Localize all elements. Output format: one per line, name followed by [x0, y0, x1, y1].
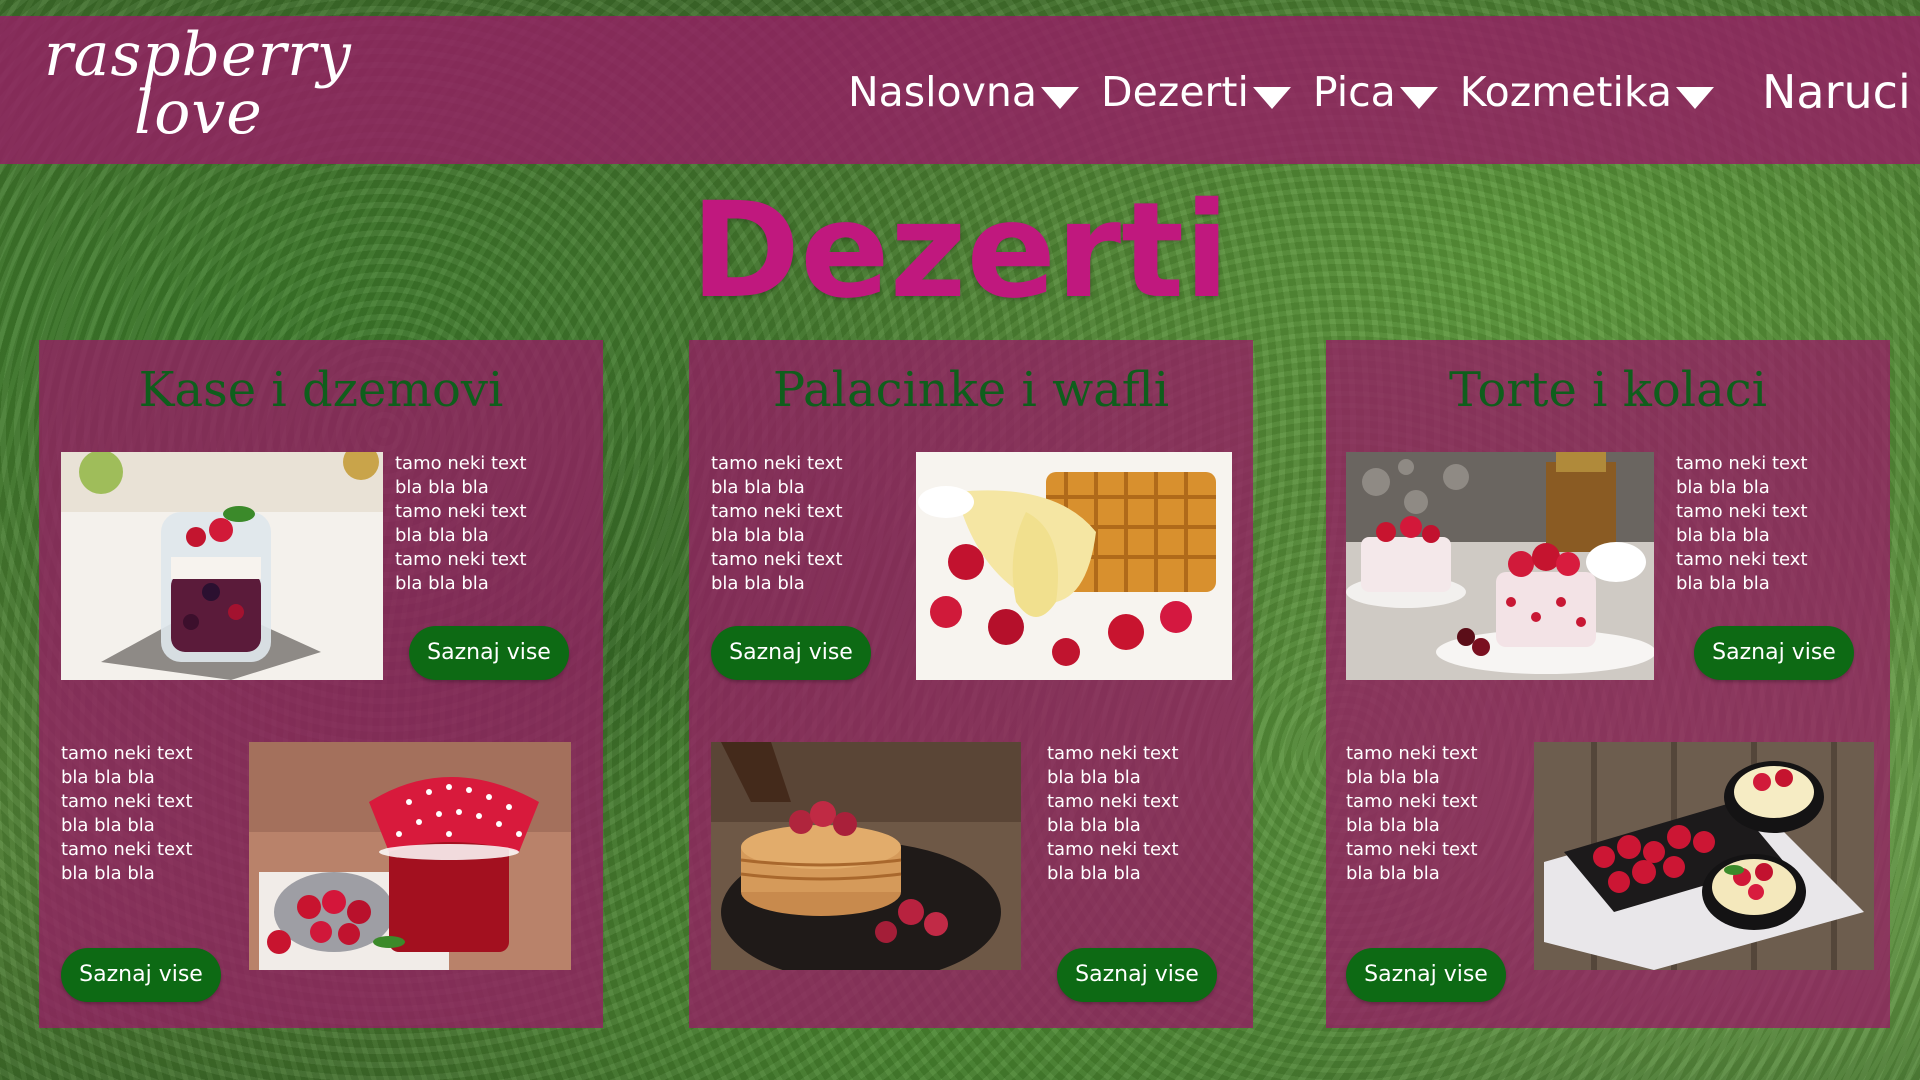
nav-item-kozmetika[interactable]: Kozmetika [1459, 68, 1715, 116]
logo-line-2: love [134, 78, 263, 148]
chevron-down-icon [1252, 87, 1291, 109]
item-description: tamo neki text bla bla bla tamo neki tex… [1346, 743, 1478, 884]
category-title: Palacinke i wafli [772, 362, 1170, 418]
item-description: tamo neki text bla bla bla tamo neki tex… [61, 743, 193, 884]
item-description: tamo neki text bla bla bla tamo neki tex… [711, 453, 843, 594]
category-panel-torte: Torte i kolaci tamo neki text bla bla bl… [1326, 340, 1890, 1028]
nav-item-label: Naruci [1762, 65, 1911, 119]
saznaj-vise-button[interactable]: Saznaj vise [1346, 948, 1506, 1002]
saznaj-vise-button[interactable]: Saznaj vise [711, 626, 871, 680]
raspberry-pudding-bowls-photo [1534, 742, 1874, 970]
category-title: Torte i kolaci [1449, 362, 1767, 418]
nav-item-pica[interactable]: Pica [1313, 68, 1438, 116]
chevron-down-icon [1676, 87, 1715, 109]
site-logo[interactable]: raspberry love [44, 20, 364, 148]
site-header: raspberry love Naslovna Dezerti Pica Koz… [0, 16, 1920, 164]
nav-item-label: Pica [1312, 68, 1396, 116]
nav-item-label: Naslovna [848, 68, 1038, 116]
category-panel-palacinke: Palacinke i wafli tamo neki text bla bla… [689, 340, 1253, 1028]
logo-line-1: raspberry [44, 20, 352, 90]
category-title: Kase i dzemovi [138, 362, 504, 418]
item-description: tamo neki text bla bla bla tamo neki tex… [1676, 453, 1808, 594]
chevron-down-icon [1041, 87, 1080, 109]
page-title: Dezerti [690, 174, 1230, 328]
main-nav: Naslovna Dezerti Pica Kozmetika Naruci [848, 62, 1911, 122]
saznaj-vise-button[interactable]: Saznaj vise [409, 626, 569, 680]
chevron-down-icon [1399, 87, 1438, 109]
strawberry-cakes-photo [1346, 452, 1654, 680]
saznaj-vise-button[interactable]: Saznaj vise [1694, 626, 1854, 680]
nav-item-dezerti[interactable]: Dezerti [1101, 68, 1291, 116]
nav-item-label: Dezerti [1101, 68, 1249, 116]
item-description: tamo neki text bla bla bla tamo neki tex… [1047, 743, 1179, 884]
category-panel-kase: Kase i dzemovi tamo neki text bla bla bl… [39, 340, 603, 1028]
nav-item-label: Kozmetika [1459, 68, 1673, 116]
pancakes-syrup-photo [711, 742, 1021, 970]
nav-item-naruci[interactable]: Naruci [1762, 65, 1911, 119]
berry-jar-dessert-photo [61, 452, 383, 680]
waffles-raspberries-photo [916, 452, 1232, 680]
saznaj-vise-button[interactable]: Saznaj vise [61, 948, 221, 1002]
nav-item-naslovna[interactable]: Naslovna [848, 68, 1080, 116]
item-description: tamo neki text bla bla bla tamo neki tex… [395, 453, 527, 594]
raspberry-jam-jar-photo [249, 742, 571, 970]
saznaj-vise-button[interactable]: Saznaj vise [1057, 948, 1217, 1002]
